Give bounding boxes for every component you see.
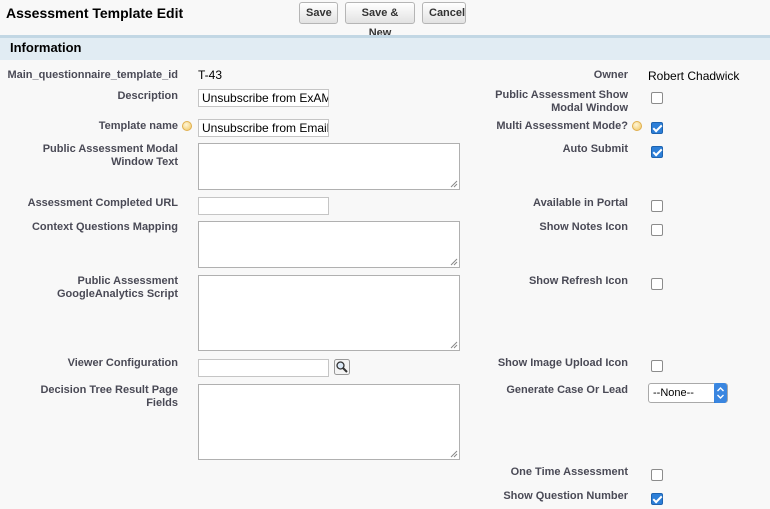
ga-script-textarea[interactable] bbox=[198, 275, 460, 351]
refresh-icon-label: Show Refresh Icon bbox=[528, 275, 628, 287]
refresh-icon-checkbox[interactable] bbox=[651, 278, 663, 290]
ga-script-label-line1: Public Assessment bbox=[77, 275, 178, 287]
multi-mode-label: Multi Assessment Mode? bbox=[496, 120, 628, 132]
context-mapping-label: Context Questions Mapping bbox=[31, 221, 178, 233]
available-portal-label: Available in Portal bbox=[533, 197, 628, 209]
description-label: Description bbox=[117, 90, 178, 102]
template-id-value: T-43 bbox=[198, 68, 223, 82]
question-number-checkbox[interactable] bbox=[651, 493, 663, 505]
template-id-label: Main_questionnaire_template_id bbox=[7, 69, 178, 81]
completed-url-input[interactable] bbox=[198, 197, 329, 215]
notes-icon-checkbox[interactable] bbox=[651, 224, 663, 236]
generate-case-selected-value: --None-- bbox=[653, 387, 694, 399]
resize-grip-icon[interactable] bbox=[450, 341, 458, 349]
multi-mode-checkbox[interactable] bbox=[651, 122, 663, 134]
modal-window-text-textarea[interactable] bbox=[198, 143, 460, 190]
save-button[interactable]: Save bbox=[299, 2, 338, 24]
resize-grip-icon[interactable] bbox=[450, 180, 458, 188]
notes-icon-label: Show Notes Icon bbox=[539, 221, 628, 233]
owner-label: Owner bbox=[593, 69, 628, 81]
auto-submit-checkbox[interactable] bbox=[651, 146, 663, 158]
decision-tree-label-line2: Fields bbox=[146, 397, 178, 409]
chevron-updown-icon bbox=[714, 383, 727, 403]
decision-tree-textarea[interactable] bbox=[198, 384, 460, 460]
resize-grip-icon[interactable] bbox=[450, 258, 458, 266]
description-input[interactable]: Unsubscribe from ExAM bbox=[198, 89, 329, 107]
resize-grip-icon[interactable] bbox=[450, 450, 458, 458]
save-and-new-button[interactable]: Save & New bbox=[345, 2, 415, 39]
one-time-label: One Time Assessment bbox=[510, 466, 628, 478]
question-number-label: Show Question Number bbox=[503, 490, 628, 502]
modal-window-text-label: Public Assessment Modal Window Text bbox=[0, 143, 178, 169]
ga-script-label: Public Assessment GoogleAnalytics Script bbox=[0, 275, 178, 301]
generate-case-label: Generate Case Or Lead bbox=[506, 384, 628, 396]
image-upload-checkbox[interactable] bbox=[651, 360, 663, 372]
section-header bbox=[0, 35, 770, 60]
magnifier-lookup-icon[interactable] bbox=[334, 359, 350, 375]
viewer-config-input[interactable] bbox=[198, 359, 329, 377]
context-mapping-textarea[interactable] bbox=[198, 221, 460, 268]
viewer-config-label: Viewer Configuration bbox=[67, 357, 178, 369]
owner-value: Robert Chadwick bbox=[648, 69, 740, 83]
show-modal-label: Public Assessment Show Modal Window bbox=[460, 89, 628, 115]
help-icon[interactable] bbox=[182, 121, 192, 131]
help-icon[interactable] bbox=[632, 121, 642, 131]
available-portal-checkbox[interactable] bbox=[651, 200, 663, 212]
image-upload-label: Show Image Upload Icon bbox=[497, 357, 628, 369]
auto-submit-label: Auto Submit bbox=[562, 143, 628, 155]
show-modal-label-line1: Public Assessment Show bbox=[495, 89, 628, 101]
cancel-button[interactable]: Cancel bbox=[422, 2, 466, 24]
section-title: Information bbox=[10, 40, 82, 55]
show-modal-label-line2: Modal Window bbox=[551, 102, 628, 114]
decision-tree-label: Decision Tree Result Page Fields bbox=[0, 384, 178, 410]
template-name-label: Template name bbox=[98, 120, 178, 132]
decision-tree-label-line1: Decision Tree Result Page bbox=[40, 384, 178, 396]
completed-url-label: Assessment Completed URL bbox=[27, 197, 178, 209]
one-time-checkbox[interactable] bbox=[651, 469, 663, 481]
generate-case-select[interactable]: --None-- bbox=[648, 383, 728, 403]
page-title: Assessment Template Edit bbox=[6, 5, 184, 21]
ga-script-label-line2: GoogleAnalytics Script bbox=[56, 288, 178, 300]
modal-window-text-label-line2: Window Text bbox=[111, 156, 178, 168]
modal-window-text-label-line1: Public Assessment Modal bbox=[42, 143, 178, 155]
template-name-input[interactable]: Unsubscribe from Email bbox=[198, 119, 329, 137]
show-modal-checkbox[interactable] bbox=[651, 92, 663, 104]
